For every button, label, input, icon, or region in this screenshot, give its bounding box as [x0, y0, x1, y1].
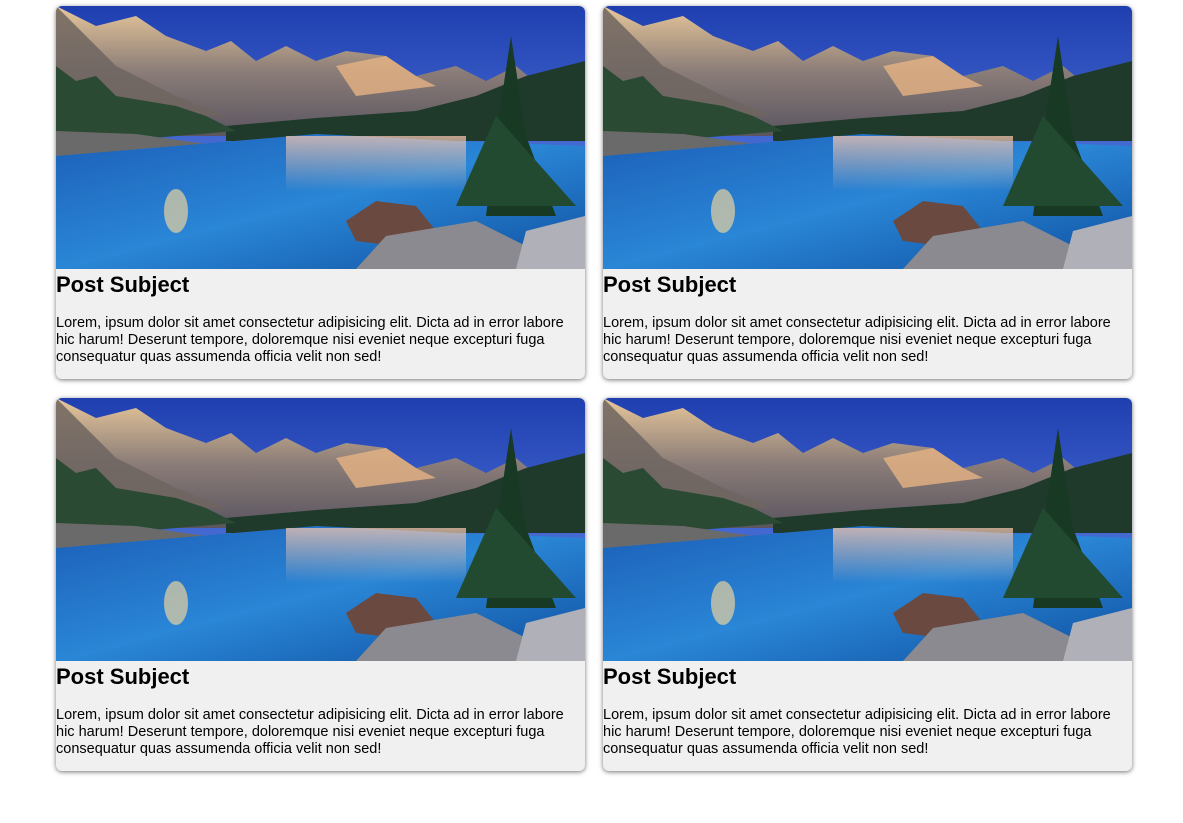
post-text: Lorem, ipsum dolor sit amet consectetur …: [56, 707, 564, 757]
posts-grid: Post Subject Lorem, ipsum dolor sit amet…: [56, 6, 1132, 771]
post-card[interactable]: Post Subject Lorem, ipsum dolor sit amet…: [603, 6, 1132, 379]
post-title: Post Subject: [603, 664, 737, 689]
post-card[interactable]: Post Subject Lorem, ipsum dolor sit amet…: [56, 398, 585, 771]
post-title: Post Subject: [56, 272, 190, 297]
post-card[interactable]: Post Subject Lorem, ipsum dolor sit amet…: [603, 398, 1132, 771]
post-card[interactable]: Post Subject Lorem, ipsum dolor sit amet…: [56, 6, 585, 379]
post-title: Post Subject: [56, 664, 190, 689]
post-image: [603, 6, 1132, 269]
post-image: [56, 398, 585, 661]
post-image: [603, 398, 1132, 661]
post-text: Lorem, ipsum dolor sit amet consectetur …: [603, 707, 1111, 757]
post-title: Post Subject: [603, 272, 737, 297]
post-image: [56, 6, 585, 269]
post-text: Lorem, ipsum dolor sit amet consectetur …: [56, 315, 564, 365]
post-text: Lorem, ipsum dolor sit amet consectetur …: [603, 315, 1111, 365]
